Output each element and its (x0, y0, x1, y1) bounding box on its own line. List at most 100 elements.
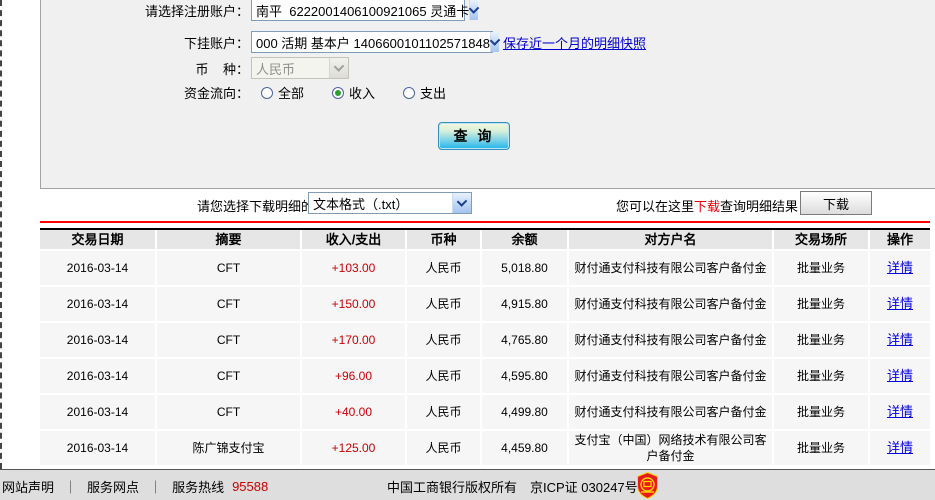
register-account-select[interactable]: 南平 6222001406100921065 灵通卡 (251, 0, 480, 21)
cell-transaction-date: 2016-03-14 (40, 359, 155, 393)
currency-row: 币 种： 人民币 (81, 57, 349, 79)
detail-link[interactable]: 详情 (887, 259, 913, 277)
site-statement-link[interactable]: 网站声明 (2, 477, 54, 496)
footer-separator: ｜ (149, 480, 163, 495)
table-row: 2016-03-14 CFT +96.00 人民币 4,595.80 财付通支付… (40, 359, 930, 393)
cell-summary: 陈广锦支付宝 (157, 431, 300, 466)
cell-currency: 人民币 (407, 395, 480, 429)
cell-currency: 人民币 (407, 359, 480, 393)
detail-link[interactable]: 详情 (887, 331, 913, 349)
table-row: 2016-03-14 CFT +40.00 人民币 4,499.80 财付通支付… (40, 395, 930, 429)
cell-summary: CFT (157, 395, 300, 429)
cell-venue: 批量业务 (774, 251, 868, 285)
register-account-value: 南平 6222001406100921065 灵通卡 (256, 3, 470, 19)
cell-action: 详情 (870, 251, 930, 285)
currency-value: 人民币 (256, 61, 296, 77)
section-divider (40, 221, 930, 223)
cell-transaction-date: 2016-03-14 (40, 323, 155, 357)
cell-currency: 人民币 (407, 323, 480, 357)
cell-balance: 4,765.80 (482, 323, 567, 357)
download-button[interactable]: 下载 (800, 191, 872, 215)
radio-expense[interactable]: 支出 (403, 83, 446, 102)
cell-currency: 人民币 (407, 287, 480, 321)
flow-label: 资金流向： (183, 86, 249, 101)
table-row: 2016-03-14 CFT +103.00 人民币 5,018.80 财付通支… (40, 251, 930, 285)
download-hint-red: 下载 (694, 199, 721, 214)
cell-balance: 4,915.80 (482, 287, 567, 321)
cell-counterparty: 财付通支付科技有限公司客户备付金 (569, 359, 772, 393)
cell-counterparty: 财付通支付科技有限公司客户备付金 (569, 287, 772, 321)
detail-link[interactable]: 详情 (887, 403, 913, 421)
cell-counterparty: 财付通支付科技有限公司客户备付金 (569, 323, 772, 357)
radio-all[interactable]: 全部 (261, 83, 304, 102)
header-currency: 币种 (407, 230, 480, 249)
cell-balance: 4,499.80 (482, 395, 567, 429)
cell-counterparty: 支付宝（中国）网络技术有限公司客户备付金 (569, 431, 772, 466)
header-transaction-date: 交易日期 (40, 230, 155, 249)
cell-amount: +150.00 (302, 287, 405, 321)
detail-link[interactable]: 详情 (887, 295, 913, 313)
chevron-down-icon (329, 58, 348, 78)
header-counterparty: 对方户名 (569, 230, 772, 249)
cell-amount: +40.00 (302, 395, 405, 429)
sub-account-row: 下挂账户： 000 活期 基本户 1406600101102571848 保存近… (81, 31, 646, 53)
footer-separator: ｜ (64, 480, 78, 495)
table-row: 2016-03-14 CFT +170.00 人民币 4,765.80 财付通支… (40, 323, 930, 357)
page-footer: 网站声明 ｜ 服务网点 ｜ 服务热线 95588 中国工商银行版权所有 京ICP… (0, 469, 935, 500)
cell-action: 详情 (870, 431, 930, 466)
download-format-select[interactable]: 文本格式（.txt） (308, 192, 472, 214)
cell-counterparty: 财付通支付科技有限公司客户备付金 (569, 395, 772, 429)
cell-action: 详情 (870, 287, 930, 321)
cell-balance: 4,595.80 (482, 359, 567, 393)
detail-link[interactable]: 详情 (887, 439, 913, 457)
header-amount: 收入/支出 (302, 230, 405, 249)
cell-amount: +170.00 (302, 323, 405, 357)
cell-action: 详情 (870, 395, 930, 429)
header-action: 操作 (870, 230, 930, 249)
cell-currency: 人民币 (407, 431, 480, 466)
hotline-label: 服务热线 (172, 480, 225, 495)
transaction-table: 交易日期 摘要 收入/支出 币种 余额 对方户名 交易场所 操作 2016-03… (40, 228, 930, 466)
cell-summary: CFT (157, 359, 300, 393)
cell-summary: CFT (157, 251, 300, 285)
radio-icon[interactable] (332, 86, 345, 99)
police-badge-icon (637, 472, 658, 499)
header-venue: 交易场所 (774, 230, 868, 249)
cell-currency: 人民币 (407, 251, 480, 285)
download-hint-prefix: 您可以在这里 (616, 199, 695, 214)
cell-balance: 5,018.80 (482, 251, 567, 285)
cell-amount: +103.00 (302, 251, 405, 285)
table-header: 交易日期 摘要 收入/支出 币种 余额 对方户名 交易场所 操作 (40, 228, 930, 249)
save-snapshot-link[interactable]: 保存近一个月的明细快照 (503, 33, 646, 52)
service-branches-link[interactable]: 服务网点 (87, 477, 139, 496)
table-body: 2016-03-14 CFT +103.00 人民币 5,018.80 财付通支… (40, 251, 930, 466)
cell-venue: 批量业务 (774, 431, 868, 466)
cell-counterparty: 财付通支付科技有限公司客户备付金 (569, 251, 772, 285)
chevron-down-icon[interactable] (452, 193, 471, 213)
table-row: 2016-03-14 CFT +150.00 人民币 4,915.80 财付通支… (40, 287, 930, 321)
cell-action: 详情 (870, 359, 930, 393)
flow-radio-group: 全部 收入 支出 (261, 83, 474, 102)
radio-icon[interactable] (403, 86, 416, 99)
detail-link[interactable]: 详情 (887, 367, 913, 385)
sub-account-select[interactable]: 000 活期 基本户 1406600101102571848 (251, 31, 501, 53)
query-form-panel: 请选择注册账户： 南平 6222001406100921065 灵通卡 下挂账户… (40, 0, 935, 189)
cell-balance: 4,459.80 (482, 431, 567, 466)
chevron-down-icon[interactable] (489, 32, 501, 52)
chevron-down-icon[interactable] (468, 0, 480, 20)
radio-icon[interactable] (261, 86, 273, 99)
radio-income[interactable]: 收入 (332, 83, 375, 102)
hotline-number: 95588 (232, 479, 269, 494)
left-frame-edge (0, 0, 42, 469)
cell-venue: 批量业务 (774, 359, 868, 393)
copyright-text: 中国工商银行版权所有 京ICP证 030247号 (387, 480, 638, 495)
cell-amount: +125.00 (302, 431, 405, 466)
cell-summary: CFT (157, 287, 300, 321)
cell-transaction-date: 2016-03-14 (40, 431, 155, 466)
cell-transaction-date: 2016-03-14 (40, 395, 155, 429)
cell-action: 详情 (870, 323, 930, 357)
flow-row: 资金流向： 全部 收入 支出 (81, 83, 474, 102)
currency-label: 币 种： (195, 61, 249, 77)
cell-venue: 批量业务 (774, 287, 868, 321)
query-button[interactable]: 查 询 (438, 122, 510, 150)
